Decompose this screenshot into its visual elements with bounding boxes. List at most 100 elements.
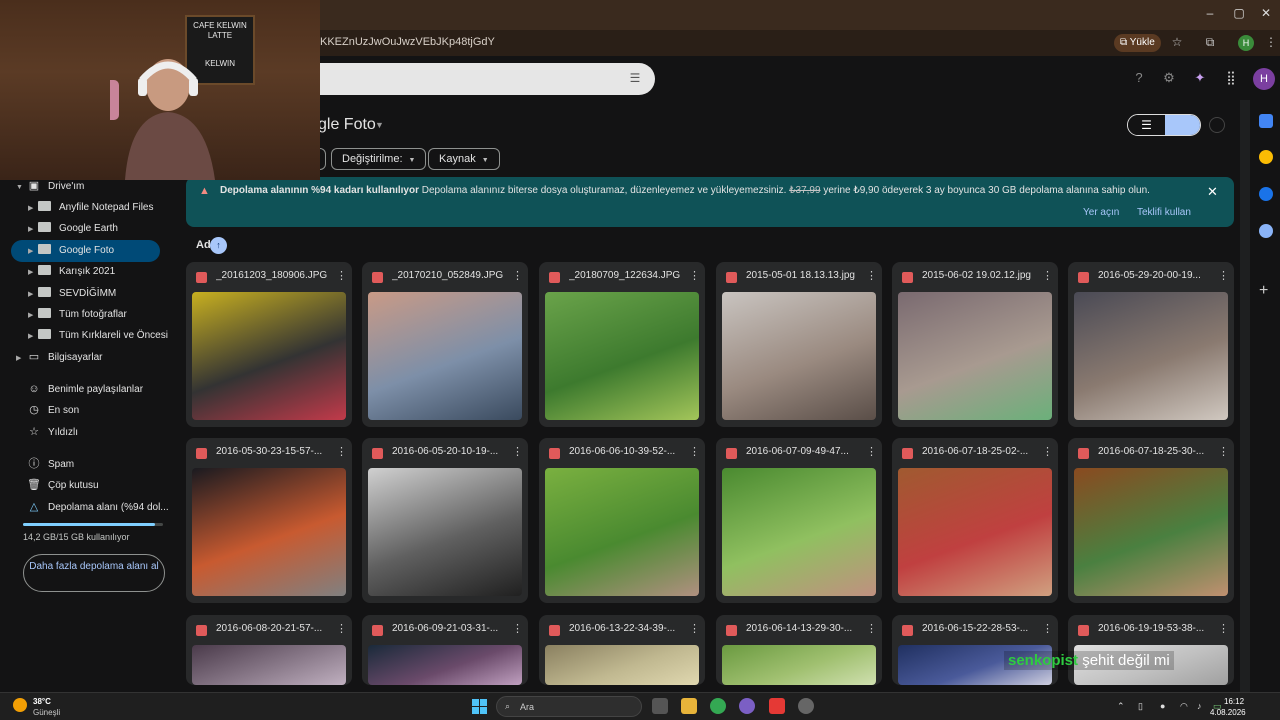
account-avatar[interactable]: H xyxy=(1253,68,1275,90)
more-options-icon[interactable]: ⋮ xyxy=(866,445,877,458)
file-card[interactable]: 2016-06-14-13-29-30-... ⋮ xyxy=(716,615,882,685)
close-window-button[interactable]: ✕ xyxy=(1256,6,1276,24)
file-explorer-icon[interactable] xyxy=(681,698,697,714)
more-options-icon[interactable]: ⋮ xyxy=(866,622,877,635)
chat-app-icon[interactable] xyxy=(739,698,755,714)
browser-profile-avatar[interactable]: H xyxy=(1238,35,1254,51)
file-thumbnail[interactable] xyxy=(368,645,522,685)
contacts-icon[interactable] xyxy=(1259,224,1273,238)
file-card[interactable]: 2016-06-13-22-34-39-... ⋮ xyxy=(539,615,705,685)
weather-temperature[interactable]: 38°C xyxy=(33,697,51,706)
more-options-icon[interactable]: ⋮ xyxy=(1042,269,1053,282)
expand-icon[interactable]: ▶ xyxy=(28,284,38,305)
sidebar-item-computers[interactable]: ▶ ▭ Bilgisayarlar xyxy=(16,347,102,368)
settings-gear-icon[interactable]: ⚙ xyxy=(1160,70,1178,88)
task-view-icon[interactable] xyxy=(652,698,668,714)
more-options-icon[interactable]: ⋮ xyxy=(336,622,347,635)
location-icon[interactable]: ● xyxy=(1160,701,1165,711)
gemini-sparkle-icon[interactable]: ✦ xyxy=(1191,70,1209,88)
more-options-icon[interactable]: ⋮ xyxy=(1042,445,1053,458)
file-thumbnail[interactable] xyxy=(192,292,346,420)
close-icon[interactable]: ✕ xyxy=(1207,184,1218,200)
sidebar-item-trash[interactable]: 🗑 Çöp kutusu xyxy=(16,475,99,496)
sidebar-item-starred[interactable]: ☆ Yıldızlı xyxy=(16,422,78,443)
sort-direction-icon[interactable]: ↑ xyxy=(210,237,227,254)
file-card[interactable]: 2016-06-07-09-49-47... ⋮ xyxy=(716,438,882,603)
tray-chevron-icon[interactable]: ⌃ xyxy=(1117,701,1125,712)
file-card[interactable]: 2016-06-06-10-39-52-... ⋮ xyxy=(539,438,705,603)
more-options-icon[interactable]: ⋮ xyxy=(1042,622,1053,635)
file-thumbnail[interactable] xyxy=(898,468,1052,596)
more-options-icon[interactable]: ⋮ xyxy=(1218,445,1229,458)
add-addon-icon[interactable]: + xyxy=(1259,282,1268,300)
file-card[interactable]: 2016-06-09-21-03-31-... ⋮ xyxy=(362,615,528,685)
file-thumbnail[interactable] xyxy=(1074,292,1228,420)
keep-icon[interactable] xyxy=(1259,150,1273,164)
more-options-icon[interactable]: ⋮ xyxy=(336,445,347,458)
list-view-icon[interactable]: ☰ xyxy=(1128,115,1165,135)
sidebar-folder[interactable]: ▶ SEVDİĞİMM xyxy=(28,283,116,304)
file-thumbnail[interactable] xyxy=(545,292,699,420)
sort-by-name[interactable]: Ad xyxy=(196,239,211,251)
file-thumbnail[interactable] xyxy=(545,645,699,685)
sidebar-folder[interactable]: ▶ Tüm fotoğraflar xyxy=(28,304,127,325)
upload-button[interactable]: ⧉ Yükle xyxy=(1114,34,1161,52)
maximize-button[interactable]: ▢ xyxy=(1229,6,1249,24)
more-options-icon[interactable]: ⋮ xyxy=(512,622,523,635)
more-options-icon[interactable]: ⋮ xyxy=(512,445,523,458)
calendar-icon[interactable] xyxy=(1259,114,1273,128)
more-options-icon[interactable]: ⋮ xyxy=(512,269,523,282)
browser-menu-icon[interactable]: ⋮ xyxy=(1263,35,1279,51)
more-options-icon[interactable]: ⋮ xyxy=(866,269,877,282)
expand-icon[interactable]: ▶ xyxy=(28,219,38,240)
file-thumbnail[interactable] xyxy=(722,468,876,596)
more-options-icon[interactable]: ⋮ xyxy=(689,622,700,635)
sidebar-folder[interactable]: ▶ Tüm Kırklareli ve Öncesi xyxy=(28,325,168,346)
expand-icon[interactable]: ▶ xyxy=(28,305,38,326)
file-card[interactable]: _20170210_052849.JPG ⋮ xyxy=(362,262,528,427)
more-options-icon[interactable]: ⋮ xyxy=(689,269,700,282)
more-options-icon[interactable]: ⋮ xyxy=(1218,622,1229,635)
file-card[interactable]: 2015-06-02 19.02.12.jpg ⋮ xyxy=(892,262,1058,427)
file-card[interactable]: 2016-06-19-19-53-38-... ⋮ xyxy=(1068,615,1234,685)
file-thumbnail[interactable] xyxy=(545,468,699,596)
sidebar-item-spam[interactable]: ⓘ Spam xyxy=(16,454,75,475)
windows-start-icon[interactable] xyxy=(472,699,487,714)
file-card[interactable]: 2015-05-01 18.13.13.jpg ⋮ xyxy=(716,262,882,427)
file-card[interactable]: 2016-05-29-20-00-19... ⋮ xyxy=(1068,262,1234,427)
file-thumbnail[interactable] xyxy=(898,292,1052,420)
more-options-icon[interactable]: ⋮ xyxy=(689,445,700,458)
taskbar-search[interactable] xyxy=(496,696,642,717)
file-thumbnail[interactable] xyxy=(368,292,522,420)
filter-modified[interactable]: Değiştirilme: ▼ xyxy=(331,148,427,170)
extensions-icon[interactable]: ⧉ xyxy=(1202,35,1218,51)
file-thumbnail[interactable] xyxy=(722,645,876,685)
weather-description[interactable]: Güneşli xyxy=(33,708,60,717)
more-options-icon[interactable]: ⋮ xyxy=(336,269,347,282)
sidebar-item-shared[interactable]: ☺ Benimle paylaşılanlar xyxy=(16,379,143,400)
file-card[interactable]: _20180709_122634.JPG ⋮ xyxy=(539,262,705,427)
file-card[interactable]: 2016-06-05-20-10-19-... ⋮ xyxy=(362,438,528,603)
view-toggle[interactable]: ☰ xyxy=(1127,114,1201,136)
file-card[interactable]: 2016-06-15-22-28-53-... ⋮ xyxy=(892,615,1058,685)
file-card[interactable]: _20161203_180906.JPG ⋮ xyxy=(186,262,352,427)
file-card[interactable]: 2016-06-07-18-25-30-... ⋮ xyxy=(1068,438,1234,603)
expand-icon[interactable]: ▶ xyxy=(16,348,26,369)
sidebar-folder[interactable]: ▶ Karışık 2021 xyxy=(28,261,115,282)
volume-icon[interactable]: ♪ xyxy=(1197,701,1202,711)
expand-icon[interactable]: ▼ xyxy=(16,177,26,198)
sidebar-item-recent[interactable]: ◷ En son xyxy=(16,400,79,421)
sidebar-folder[interactable]: ▶ Google Earth xyxy=(28,218,118,239)
free-space-button[interactable]: Yer açın xyxy=(1083,207,1119,218)
settings-app-icon[interactable] xyxy=(798,698,814,714)
expand-icon[interactable]: ▶ xyxy=(28,262,38,283)
chrome-icon[interactable] xyxy=(710,698,726,714)
page-title[interactable]: gle Foto xyxy=(318,116,376,134)
clock-date[interactable]: 4.08.2026 xyxy=(1210,708,1246,717)
get-more-storage-button[interactable]: Daha fazla depolama alanı al xyxy=(23,554,165,592)
file-card[interactable]: 2016-06-07-18-25-02-... ⋮ xyxy=(892,438,1058,603)
expand-icon[interactable]: ▶ xyxy=(28,241,38,262)
expand-icon[interactable]: ▶ xyxy=(28,198,38,219)
apps-grid-icon[interactable]: ⣿ xyxy=(1222,70,1240,88)
more-options-icon[interactable]: ⋮ xyxy=(1218,269,1229,282)
